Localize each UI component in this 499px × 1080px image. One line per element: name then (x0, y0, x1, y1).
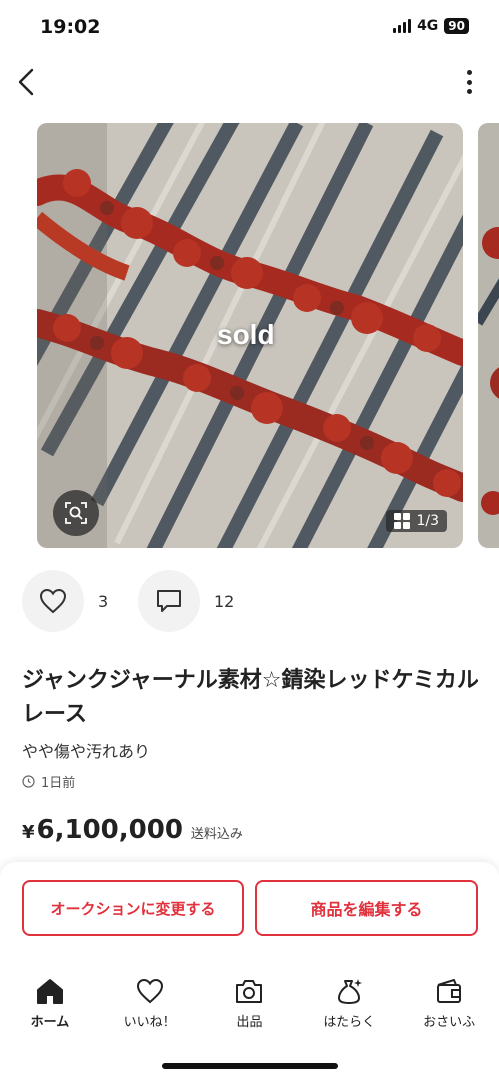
signal-icon (393, 19, 412, 33)
zoom-button[interactable] (53, 490, 99, 536)
heart-icon (136, 978, 163, 1004)
home-indicator[interactable] (162, 1063, 338, 1069)
price: ¥ 6,100,000 送料込み (22, 815, 243, 845)
top-nav (0, 58, 499, 106)
tab-label: はたらく (323, 1015, 376, 1030)
change-to-auction-button[interactable]: オークションに変更する (22, 880, 244, 936)
like-button[interactable] (22, 570, 84, 632)
tab-label: おさいふ (423, 1015, 476, 1030)
wallet-icon (437, 979, 462, 1003)
heart-icon (39, 588, 67, 614)
status-bar: 19:02 4G 90 (0, 0, 499, 54)
network-type: 4G (417, 18, 439, 34)
battery-icon: 90 (444, 18, 469, 34)
zoom-search-icon (65, 502, 87, 524)
posted-time: 1日前 (22, 772, 75, 791)
grid-icon (394, 513, 411, 529)
tab-label: いいね！ (123, 1015, 176, 1030)
lace-photo-image (478, 123, 499, 548)
edit-item-button[interactable]: 商品を編集する (255, 880, 478, 936)
image-counter: 1/3 (386, 510, 447, 532)
tab-label: ホーム (30, 1015, 70, 1030)
dot-icon (466, 79, 472, 85)
status-time: 19:02 (40, 16, 101, 38)
bottom-action-sheet: オークションに変更する 商品を編集する ホーム いいね！ 出品 はたらく おさい… (0, 862, 499, 1080)
like-count: 3 (98, 591, 109, 611)
image-carousel[interactable]: sold 1/3 (0, 123, 499, 548)
product-photo[interactable]: sold 1/3 (37, 123, 463, 548)
price-value: 6,100,000 (36, 815, 183, 845)
shipping-note: 送料込み (190, 827, 243, 842)
sold-label: sold (217, 319, 275, 350)
money-bag-icon (338, 979, 363, 1004)
tab-bar: ホーム いいね！ 出品 はたらく おさいふ (0, 977, 499, 1037)
status-indicators: 4G 90 (393, 18, 469, 34)
camera-icon (236, 980, 263, 1003)
engagement-row: 3 12 (22, 570, 254, 632)
clock-icon (22, 775, 35, 788)
back-button[interactable] (14, 66, 42, 98)
comment-count: 12 (214, 591, 235, 611)
tab-home[interactable]: ホーム (5, 977, 95, 1037)
tab-work[interactable]: はたらく (304, 977, 394, 1037)
chevron-left-icon (18, 68, 34, 96)
comment-icon (157, 590, 181, 612)
tab-label: 出品 (236, 1015, 263, 1030)
posted-time-text: 1日前 (41, 776, 76, 791)
image-counter-text: 1/3 (416, 513, 439, 529)
tab-wallet[interactable]: おさいふ (404, 977, 494, 1037)
next-photo-preview[interactable] (478, 123, 499, 548)
dot-icon (466, 89, 472, 94)
more-options-button[interactable] (463, 70, 475, 94)
home-icon (36, 979, 63, 1004)
comment-button[interactable] (138, 570, 200, 632)
tab-likes[interactable]: いいね！ (105, 977, 195, 1037)
product-condition: やや傷や汚れあり (22, 742, 151, 761)
dot-icon (466, 70, 472, 75)
product-title: ジャンクジャーナル素材☆錆染レッドケミカルレース (22, 668, 479, 727)
currency-symbol: ¥ (22, 822, 35, 843)
tab-listing[interactable]: 出品 (204, 977, 294, 1037)
